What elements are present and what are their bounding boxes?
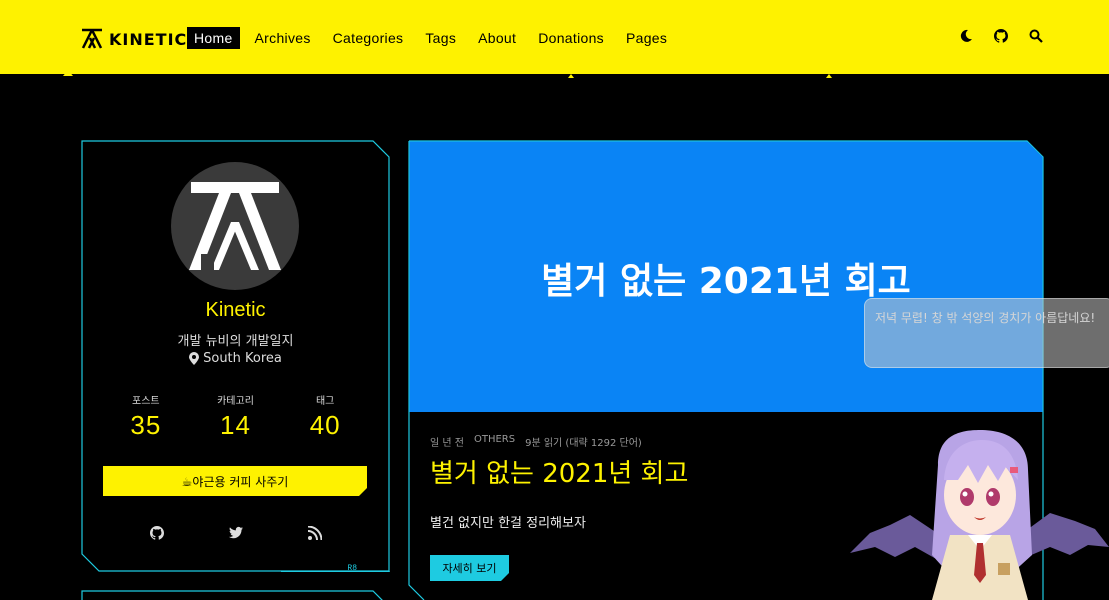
stat-value: 35 (130, 410, 162, 440)
post-banner-title: 별거 없는 2021년 회고 (541, 261, 911, 302)
top-navbar: KINETIC Home Archives Categories Tags Ab… (0, 0, 1109, 74)
search-icon[interactable] (1029, 29, 1043, 43)
stat-label: 태그 (315, 396, 335, 407)
mascot-character-image[interactable] (850, 425, 1109, 600)
stat-posts[interactable]: 포스트 35 (101, 392, 191, 441)
rss-icon[interactable] (307, 526, 322, 540)
stat-categories[interactable]: 카테고리 14 (191, 392, 281, 441)
nav-about[interactable]: About (471, 27, 523, 49)
profile-name: Kinetic (205, 299, 266, 321)
mascot-speech-bubble: 저녁 무렵! 창 밖 석양의 경치가 아름답네요! (864, 298, 1109, 368)
location-pin-icon (189, 352, 200, 365)
stat-value: 40 (309, 410, 341, 440)
read-more-button[interactable]: 자세히 보기 (430, 555, 509, 581)
nav-archives[interactable]: Archives (248, 27, 318, 49)
post-category[interactable]: OTHERS (474, 434, 515, 449)
profile-location-text: South Korea (203, 351, 282, 366)
post-meta: 일 년 전 OTHERS 9분 읽기 (대략 1292 단어) (430, 434, 642, 449)
kinetic-logo-icon (81, 28, 103, 49)
next-card-edge (81, 590, 383, 600)
twitter-icon[interactable] (228, 526, 243, 540)
github-icon[interactable] (149, 526, 164, 540)
kinetic-avatar-logo-icon (189, 182, 281, 270)
card-corner-label: R8 (347, 564, 357, 573)
stat-value: 14 (220, 410, 251, 440)
stat-label: 카테고리 (217, 396, 254, 407)
profile-location: South Korea (81, 351, 390, 366)
main-nav: Home Archives Categories Tags About Dona… (187, 27, 682, 49)
post-excerpt: 별건 없지만 한걸 정리해보자 (430, 516, 586, 531)
nav-donations[interactable]: Donations (531, 27, 611, 49)
post-title[interactable]: 별거 없는 2021년 회고 (430, 453, 688, 490)
coffee-button-label: ☕야근용 커피 사주기 (181, 474, 289, 489)
logo-text: KINETIC (109, 29, 188, 49)
nav-categories[interactable]: Categories (326, 27, 411, 49)
profile-stats: 포스트 35 카테고리 14 태그 40 (101, 392, 370, 441)
header-actions (959, 29, 1043, 43)
stat-tags[interactable]: 태그 40 (280, 392, 370, 441)
nav-home[interactable]: Home (187, 27, 240, 49)
profile-card: Kinetic 개발 뉴비의 개발일지 South Korea 포스트 35 카… (81, 140, 390, 573)
stat-label: 포스트 (132, 396, 160, 407)
nav-pages[interactable]: Pages (619, 27, 674, 49)
moon-icon[interactable] (959, 29, 973, 43)
post-reading-time: 9분 읽기 (대략 1292 단어) (525, 438, 642, 449)
post-date: 일 년 전 (430, 438, 464, 449)
social-links (81, 526, 390, 540)
profile-bio: 개발 뉴비의 개발일지 (177, 334, 294, 349)
coffee-donation-button[interactable]: ☕야근용 커피 사주기 (103, 466, 367, 496)
github-icon[interactable] (994, 29, 1008, 43)
site-logo[interactable]: KINETIC (81, 28, 187, 50)
nav-tags[interactable]: Tags (418, 27, 463, 49)
read-more-label: 자세히 보기 (442, 562, 497, 575)
avatar (171, 162, 299, 290)
